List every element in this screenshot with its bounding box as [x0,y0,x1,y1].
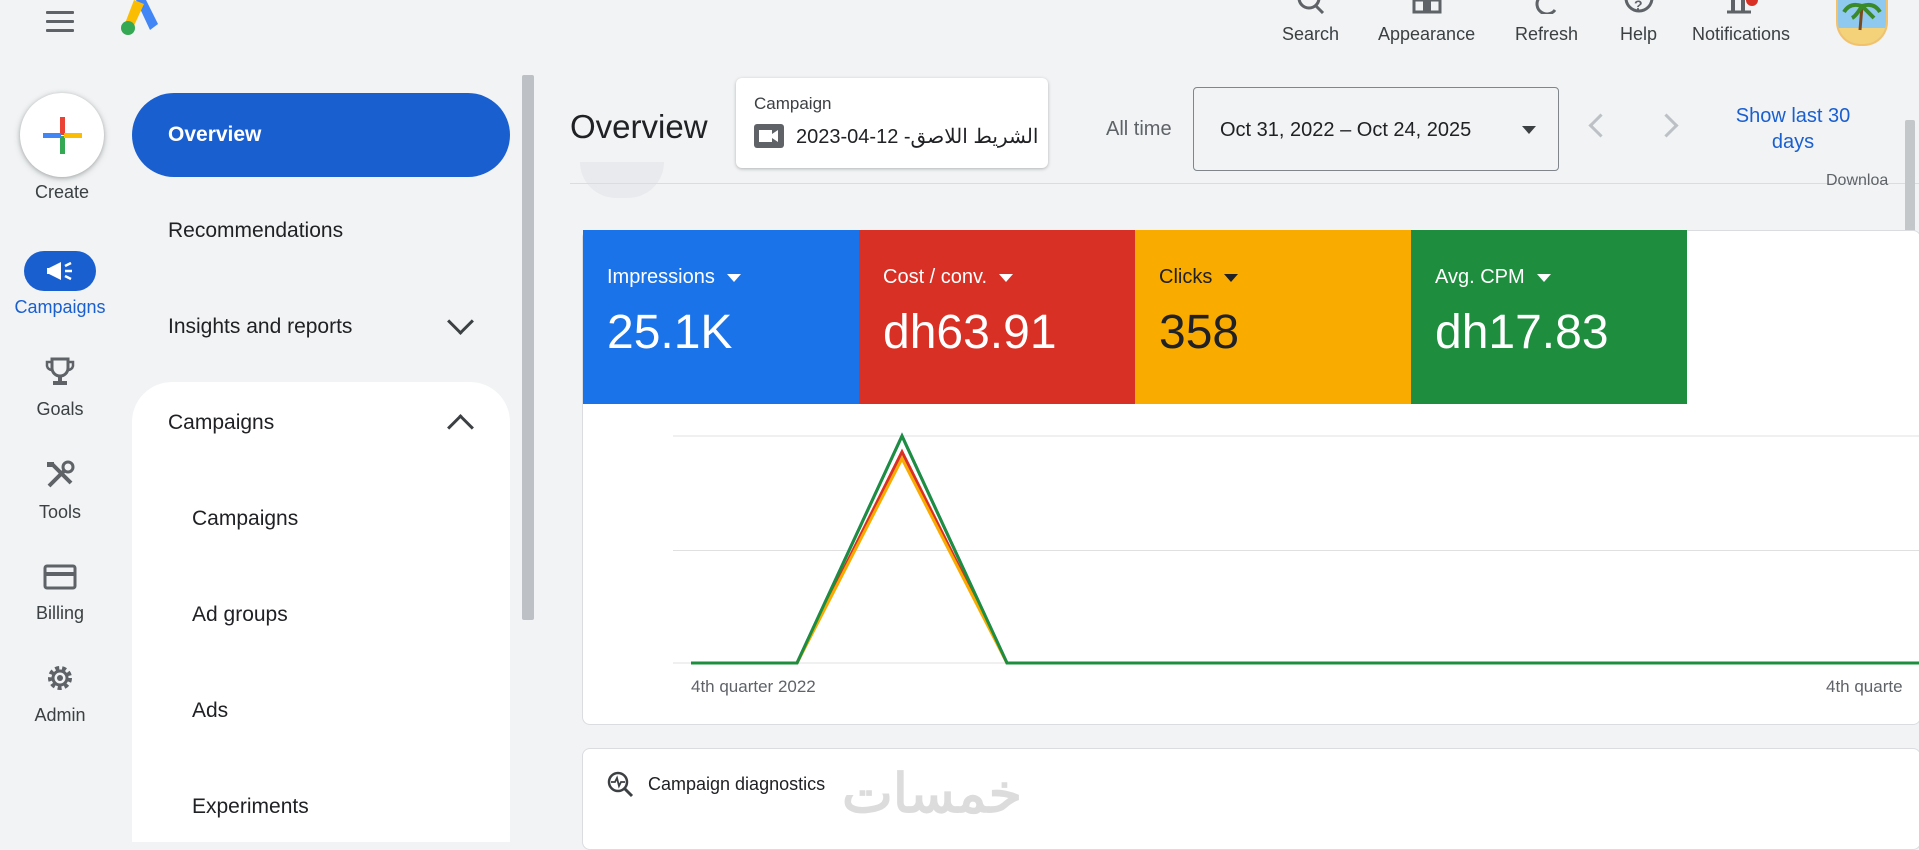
trophy-icon [44,356,76,393]
x-tick-label-end: 4th quarte [1826,677,1903,696]
plus-icon [43,117,82,154]
nav-overview[interactable]: Overview [132,93,510,177]
campaign-caption: Campaign [754,94,832,113]
nav-sub-campaigns[interactable]: Campaigns [192,507,298,531]
rail-billing-label: Billing [35,603,85,623]
header-divider [570,183,1919,184]
dropdown-caret-icon [1522,126,1536,134]
metric-value: dh63.91 [883,306,1057,359]
rail-campaigns-label: Campaigns [14,297,106,317]
account-avatar[interactable] [1836,0,1888,46]
google-ads-logo-icon[interactable] [120,0,160,36]
dropdown-caret-icon[interactable] [726,273,741,282]
metric-value: 25.1K [607,306,733,359]
show-last-30-days-link[interactable]: Show last 30 days [1718,103,1868,155]
rail-admin-label: Admin [34,705,86,725]
appearance-icon [1412,0,1442,14]
rail-goals[interactable]: Goals [0,356,120,420]
notifications-label: Notifications [1692,24,1791,44]
nav-insights-and-reports[interactable]: Insights and reports [168,315,352,339]
chart-series-line[interactable] [691,448,1919,665]
dropdown-caret-icon[interactable] [999,273,1014,282]
watermark-logo: خمسات [842,764,1023,824]
rail-tools-label: Tools [38,502,82,522]
nav-sub-ads[interactable]: Ads [192,699,228,723]
avatar-beach-icon [1838,2,1886,44]
credit-card-icon [43,562,77,597]
nav-sub-ad-groups[interactable]: Ad groups [192,603,288,627]
top-search-button[interactable]: Search [1282,0,1339,48]
tools-icon [44,459,76,496]
chart-series-line[interactable] [691,432,1919,665]
chart-series-line[interactable] [691,455,1919,665]
dropdown-caret-icon[interactable] [1536,273,1551,282]
partial-avatar [580,162,664,198]
next-period-icon[interactable] [1654,113,1679,138]
chart-series-line[interactable] [691,432,1919,665]
campaign-name: الشريط اللاصق- 12-04-2023 [796,126,1039,148]
metric-label: Impressions [607,266,715,288]
top-help-button[interactable]: ? Help [1620,0,1657,48]
date-range-picker[interactable]: Oct 31, 2022 – Oct 24, 2025 [1193,87,1559,171]
search-icon [1297,0,1325,14]
metric-value: dh17.83 [1435,306,1609,359]
refresh-label: Refresh [1515,24,1579,44]
nav-scrollbar[interactable] [522,75,534,620]
search-label: Search [1282,24,1340,44]
help-label: Help [1620,24,1658,44]
metric-label: Avg. CPM [1435,266,1525,288]
nav-sub-experiments[interactable]: Experiments [192,795,309,819]
campaign-diagnostics-label: Campaign diagnostics [648,774,826,794]
metric-label: Cost / conv. [883,266,988,288]
gear-icon [44,662,76,699]
refresh-icon [1533,0,1561,14]
nav-campaigns-section[interactable]: Campaigns [168,411,274,435]
main-menu-button[interactable] [42,8,78,36]
create-button[interactable] [20,93,104,177]
previous-period-icon[interactable] [1588,113,1613,138]
metric-impressions[interactable]: Impressions 25.1K [583,230,859,404]
metric-clicks[interactable]: Clicks 358 [1135,230,1411,404]
nav-campaigns-panel [132,382,510,842]
rail-campaigns[interactable]: Campaigns [0,251,120,318]
rail-billing[interactable]: Billing [0,562,120,624]
top-refresh-button[interactable]: Refresh [1515,0,1578,48]
create-label: Create [34,182,90,202]
dropdown-caret-icon[interactable] [1224,273,1239,282]
appearance-label: Appearance [1378,24,1476,44]
date-range-value: Oct 31, 2022 – Oct 24, 2025 [1220,119,1472,141]
nav-recommendations[interactable]: Recommendations [168,219,343,243]
metric-avg-cpm[interactable]: Avg. CPM dh17.83 [1411,230,1687,404]
svg-text:?: ? [1634,0,1643,13]
chevron-down-icon[interactable] [447,308,474,335]
help-icon: ? [1623,0,1655,14]
diagnostics-icon [606,770,634,798]
campaign-diagnostics-card[interactable] [582,748,1919,850]
notifications-icon [1721,0,1761,14]
performance-line-chart [673,432,1919,665]
megaphone-icon [24,251,96,291]
metric-cost-per-conversion[interactable]: Cost / conv. dh63.91 [859,230,1135,404]
metric-label: Clicks [1159,266,1213,288]
video-campaign-icon [754,124,784,148]
rail-goals-label: Goals [36,399,84,419]
campaign-selector[interactable]: Campaign الشريط اللاصق- 12-04-2023 [736,78,1048,168]
metric-value: 358 [1159,306,1240,359]
rail-admin[interactable]: Admin [0,662,120,726]
rail-tools[interactable]: Tools [0,459,120,523]
x-tick-label-start: 4th quarter 2022 [691,677,816,696]
all-time-label: All time [1106,118,1172,140]
top-appearance-button[interactable]: Appearance [1378,0,1475,48]
download-link[interactable]: Downloa [1826,172,1888,190]
top-notifications-button[interactable]: Notifications [1692,0,1790,48]
page-title: Overview [570,108,708,145]
